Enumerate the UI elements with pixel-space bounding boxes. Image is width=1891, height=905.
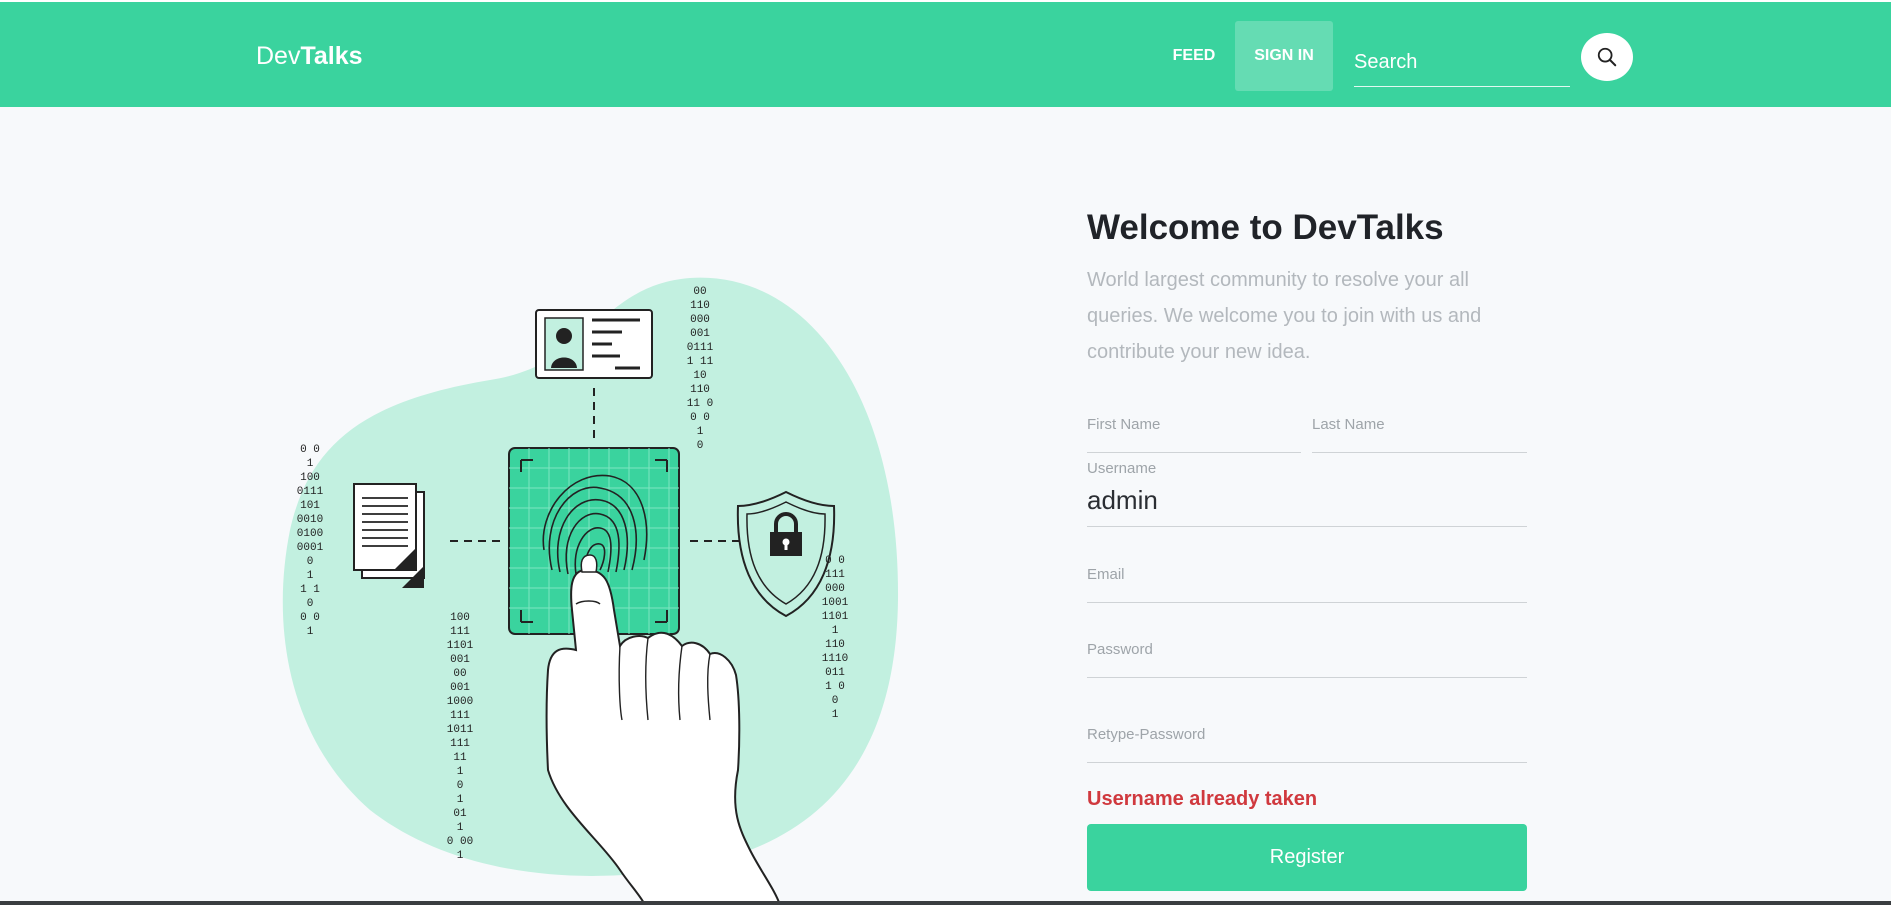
username-value: admin (1087, 485, 1158, 515)
binary-text: 110 (690, 384, 710, 396)
binary-text: 0 (307, 598, 314, 610)
binary-text: 1 (457, 794, 464, 806)
binary-text: 0010 (297, 514, 323, 526)
binary-text: 1 (457, 766, 464, 778)
binary-text: 0 0 (690, 412, 710, 424)
binary-text: 0 (697, 440, 704, 452)
binary-text: 001 (450, 654, 470, 666)
binary-text: 1011 (447, 724, 474, 736)
binary-text: 0111 (687, 342, 714, 354)
binary-text: 0 (457, 780, 464, 792)
binary-text: 1 (307, 626, 314, 638)
binary-text: 1 (697, 426, 704, 438)
binary-text: 0 00 (447, 836, 473, 848)
binary-text: 0001 (297, 542, 324, 554)
id-card-icon (535, 309, 653, 379)
binary-text: 111 (825, 569, 845, 581)
binary-text: 100 (450, 612, 470, 624)
binary-text: 1 0 (825, 681, 845, 693)
binary-text: 1101 (822, 611, 849, 623)
binary-text: 111 (450, 738, 470, 750)
binary-text: 0 0 (300, 444, 320, 456)
email-field[interactable]: Email (1087, 564, 1527, 603)
first-name-label: First Name (1087, 416, 1161, 433)
password-field[interactable]: Password (1087, 639, 1527, 678)
binary-text: 11 (453, 752, 467, 764)
binary-text: 000 (825, 583, 845, 595)
binary-text: 0 0 (825, 555, 845, 567)
binary-text: 110 (825, 639, 845, 651)
documents-icon (353, 483, 425, 588)
binary-text: 0 0 (300, 612, 320, 624)
binary-text: 1 11 (687, 356, 714, 368)
binary-text: 1110 (822, 653, 848, 665)
error-message: Username already taken (1087, 788, 1318, 810)
binary-text: 0100 (297, 528, 323, 540)
binary-text: 001 (450, 682, 470, 694)
first-name-field[interactable]: First Name (1087, 414, 1301, 453)
last-name-field[interactable]: Last Name (1312, 414, 1527, 453)
register-button[interactable]: Register (1087, 824, 1527, 891)
binary-text: 11 0 (687, 398, 713, 410)
navbar: DevTalks FEED SIGN IN (0, 2, 1891, 107)
binary-text: 1 1 (300, 584, 320, 596)
form-subtitle: World largest community to resolve your … (1087, 269, 1482, 363)
binary-text: 1 (832, 625, 839, 637)
binary-text: 111 (450, 710, 470, 722)
last-name-label: Last Name (1312, 416, 1385, 433)
binary-text: 100 (300, 472, 320, 484)
form-title: Welcome to DevTalks (1087, 208, 1444, 247)
binary-text: 1 (457, 850, 464, 862)
brand-logo[interactable]: DevTalks (256, 42, 363, 71)
binary-text: 0 (307, 556, 314, 568)
username-field[interactable]: Username admin (1087, 458, 1527, 527)
binary-text: 1000 (447, 696, 473, 708)
binary-text: 0111 (297, 486, 324, 498)
brand-prefix: Dev (256, 42, 301, 70)
email-label: Email (1087, 566, 1125, 583)
password-label: Password (1087, 641, 1153, 658)
binary-text: 111 (450, 626, 470, 638)
binary-text: 011 (825, 667, 845, 679)
brand-bold: Talks (300, 42, 363, 70)
binary-text: 10 (693, 370, 706, 382)
retype-password-label: Retype-Password (1087, 726, 1206, 743)
bottom-strip (0, 901, 1891, 905)
binary-text: 00 (693, 286, 706, 298)
binary-text: 101 (300, 500, 320, 512)
binary-text: 01 (453, 808, 467, 820)
security-illustration: 0011000000101111 111011011 00 0100 01100… (282, 277, 899, 905)
binary-text: 1 (832, 709, 839, 721)
binary-text: 1 (307, 458, 314, 470)
search-input[interactable] (1354, 38, 1570, 87)
nav-feed-link[interactable]: FEED (1166, 21, 1222, 91)
username-label: Username (1087, 460, 1157, 477)
binary-text: 1 (457, 822, 464, 834)
binary-text: 000 (690, 314, 710, 326)
binary-text: 00 (453, 668, 466, 680)
binary-text: 1001 (822, 597, 849, 609)
search-button[interactable] (1581, 33, 1633, 81)
search-icon (1597, 47, 1617, 67)
binary-text: 1 (307, 570, 314, 582)
binary-text: 110 (690, 300, 710, 312)
binary-text: 001 (690, 328, 710, 340)
nav-signin-link[interactable]: SIGN IN (1235, 21, 1333, 91)
retype-password-field[interactable]: Retype-Password (1087, 724, 1527, 763)
binary-text: 1101 (447, 640, 474, 652)
binary-text: 0 (832, 695, 839, 707)
